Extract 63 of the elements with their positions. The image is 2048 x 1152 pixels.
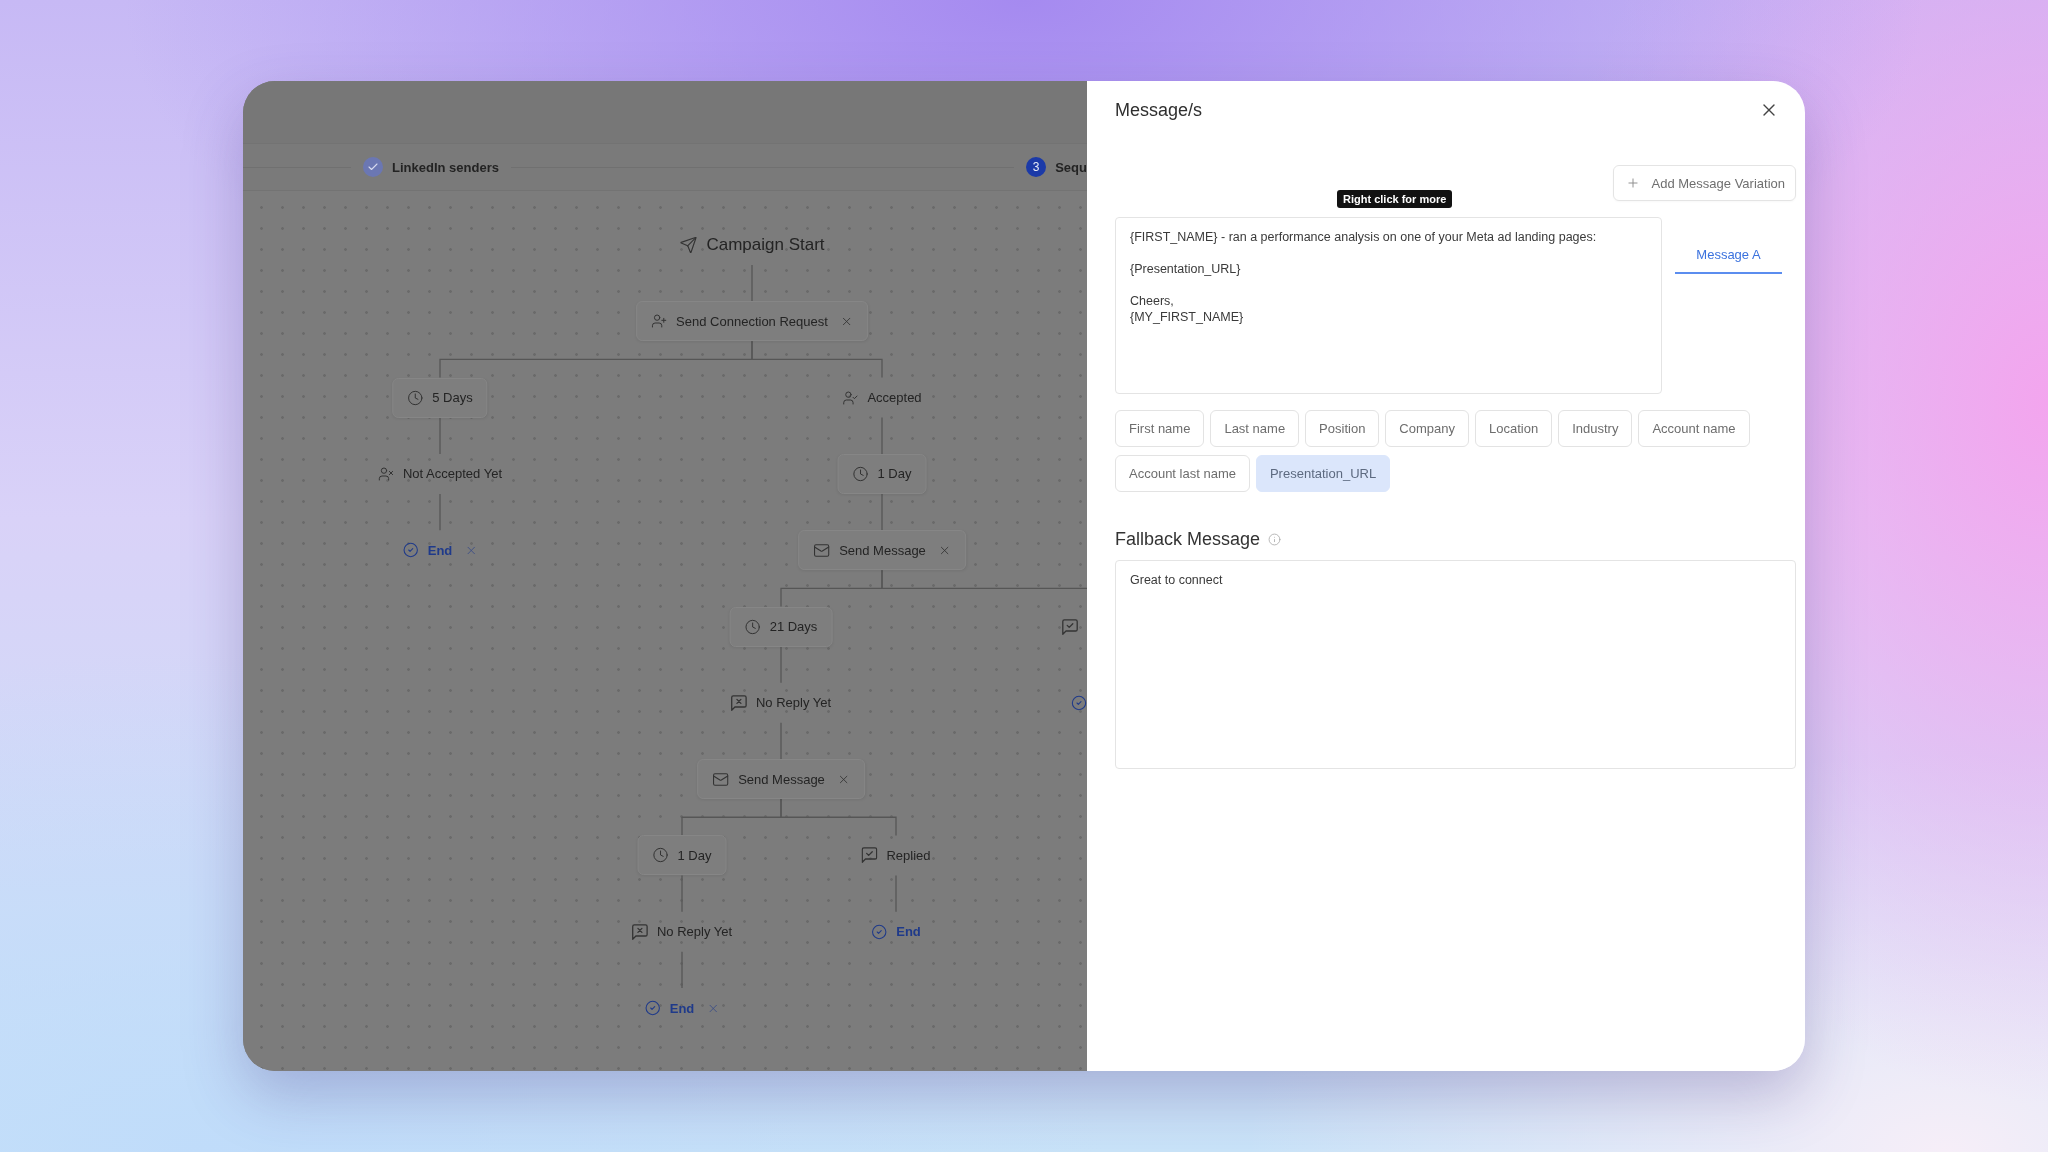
node-label: 21 Days — [769, 619, 818, 634]
user-plus-icon — [651, 313, 668, 330]
plus-icon — [1625, 176, 1640, 190]
message-input[interactable]: {FIRST_NAME} - ran a performance analysis on one of your Meta ad landing pages: {Presentation_URL} Cheers, {MY_FIRST_NAME} — [1115, 217, 1662, 394]
node-label: 1 Day — [677, 847, 712, 863]
variable-chip[interactable]: Account name — [1638, 410, 1750, 447]
node-label: End — [669, 1000, 695, 1016]
drawer-title: Message/s — [1115, 99, 1203, 121]
check-circle-icon — [871, 923, 888, 940]
delay-node[interactable]: 21 Days — [729, 606, 833, 647]
node-label: End — [427, 542, 453, 558]
delay-node[interactable]: 5 Days — [392, 377, 488, 418]
node-label: No Reply Yet — [656, 924, 733, 940]
tooltip: Right click for more — [1337, 190, 1453, 208]
chat-check-icon — [1062, 618, 1078, 635]
check-circle-icon — [363, 157, 383, 177]
variable-chip[interactable]: Position — [1305, 410, 1380, 447]
node-label: Replied — [886, 847, 931, 863]
node-label: Send Connection Request — [676, 313, 828, 329]
node-label: 5 Days — [432, 390, 473, 406]
clock-icon — [744, 618, 761, 635]
action-node[interactable]: Send Connection Request — [636, 301, 868, 342]
node-label: No Reply Yet — [755, 695, 832, 711]
step-label: Sequ — [1055, 159, 1087, 175]
step-label: LinkedIn senders — [392, 159, 499, 175]
envelope-icon — [712, 770, 730, 788]
user-check-icon — [842, 389, 859, 406]
clock-icon — [852, 465, 869, 482]
envelope-icon — [813, 541, 831, 559]
clock-icon — [407, 389, 424, 406]
node-label: Not Accepted Yet — [403, 466, 502, 482]
campaign-title: Campaign Start — [706, 235, 825, 255]
chat-x-icon — [730, 694, 747, 711]
variable-chip[interactable]: Account last name — [1115, 455, 1250, 492]
chat-check-icon — [861, 847, 878, 864]
variable-chip[interactable]: First name — [1115, 410, 1205, 447]
node-label: 1 Day — [877, 466, 912, 482]
variable-chip[interactable]: Company — [1385, 410, 1469, 447]
check-circle-icon — [1071, 694, 1087, 711]
info-icon[interactable] — [1268, 533, 1282, 546]
delay-node[interactable]: 1 Day — [637, 835, 727, 876]
node-label: Send Message — [738, 771, 825, 787]
check-circle-icon — [644, 1000, 661, 1016]
send-icon — [679, 236, 698, 254]
add-variation-button[interactable]: Add Message Variation — [1612, 165, 1796, 201]
action-node[interactable]: Send Message — [798, 530, 966, 571]
node-label: Send Message — [839, 542, 926, 558]
variable-chip[interactable]: Location — [1475, 410, 1553, 447]
message-tab[interactable]: Message A — [1675, 236, 1782, 274]
clock-icon — [652, 847, 669, 864]
user-x-icon — [378, 465, 394, 482]
variable-chip[interactable]: Last name — [1210, 410, 1300, 447]
variable-chip[interactable]: Industry — [1558, 410, 1633, 447]
node-label: Accepted — [867, 390, 922, 406]
delay-node[interactable]: 1 Day — [837, 453, 927, 494]
fallback-input[interactable]: Great to connect — [1115, 560, 1796, 769]
variable-chip[interactable]: Presentation_URL — [1255, 455, 1391, 492]
node-label: End — [896, 924, 921, 940]
action-node[interactable]: Send Message — [697, 759, 865, 800]
check-circle-icon — [402, 542, 419, 559]
step-number: 3 — [1026, 157, 1047, 177]
chat-x-icon — [631, 923, 648, 940]
section-title: Fallback Message — [1115, 529, 1261, 550]
